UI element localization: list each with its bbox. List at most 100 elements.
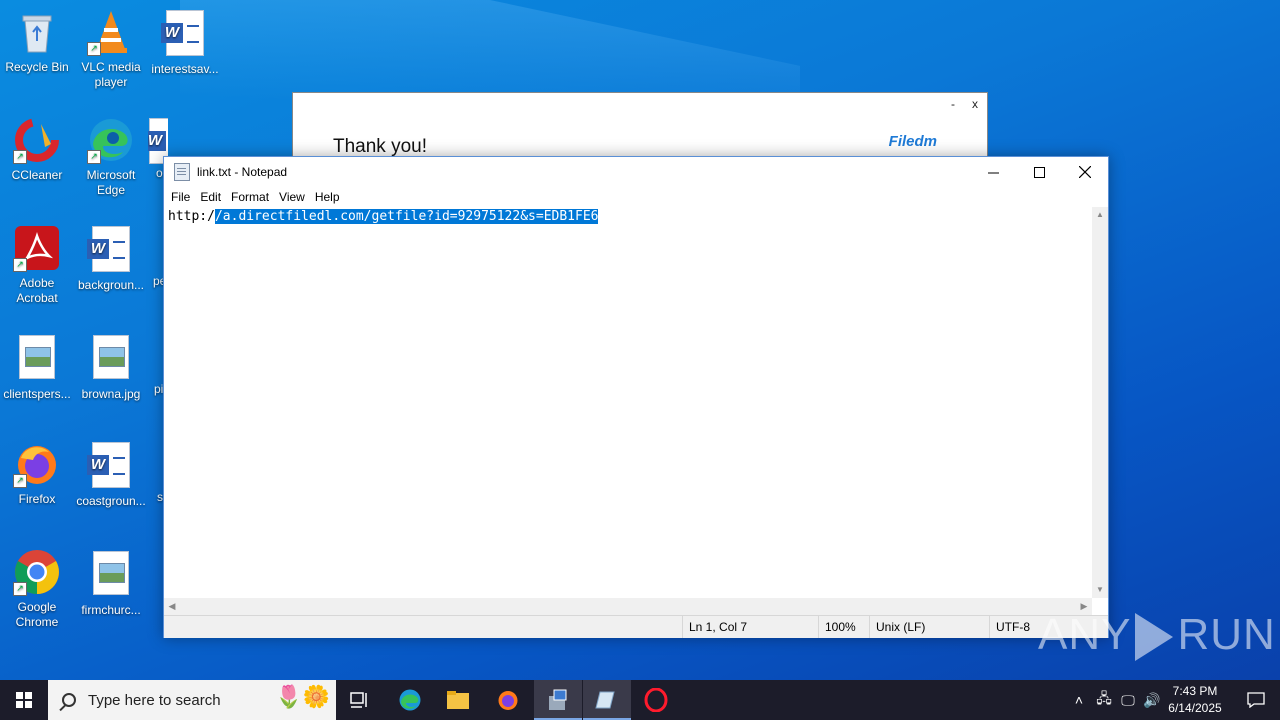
- play-logo-icon: [1135, 613, 1174, 662]
- minimize-icon: [987, 172, 999, 173]
- recycle-bin-icon: [13, 8, 61, 56]
- display-icon[interactable]: 🖵: [1116, 692, 1140, 709]
- desktop-icon-clientspers[interactable]: clientspers...: [0, 332, 74, 402]
- ccleaner-icon: ↗: [13, 116, 61, 164]
- close-button[interactable]: [1062, 157, 1108, 187]
- edge-icon: [399, 689, 421, 711]
- desktop-icon-label: Google Chrome: [15, 600, 59, 629]
- notification-center-icon: [1247, 692, 1265, 708]
- anyrun-watermark: ANY RUN: [1038, 610, 1276, 662]
- adobe-acrobat-icon: ↗: [13, 224, 61, 272]
- taskbar-search-box[interactable]: Type here to search 🌷🌼: [48, 680, 336, 720]
- taskbar-firefox[interactable]: [484, 680, 532, 720]
- desktop-icon-label: Recycle Bin: [5, 60, 69, 74]
- word-document-icon: W: [87, 226, 135, 274]
- status-position: Ln 1, Col 7: [682, 616, 817, 638]
- image-file-icon: [87, 551, 135, 599]
- task-view-icon: [350, 692, 367, 708]
- edge-icon: ↗: [87, 116, 135, 164]
- task-view-button[interactable]: [336, 680, 384, 720]
- vertical-scrollbar[interactable]: ▲ ▼: [1092, 207, 1108, 598]
- notepad-window: link.txt - Notepad File Edit Format View…: [163, 156, 1109, 638]
- filedm-logo: Filedm: [888, 133, 937, 150]
- taskbar-clock[interactable]: 7:43 PM 6/14/2025: [1160, 683, 1230, 717]
- shortcut-arrow-icon: ↗: [13, 150, 27, 164]
- menu-view[interactable]: View: [274, 190, 310, 204]
- dialog-minimize-button[interactable]: -: [951, 97, 955, 111]
- taskbar-file-explorer[interactable]: [434, 680, 482, 720]
- notepad-icon: [174, 163, 190, 181]
- dialog-title: Thank you!: [333, 136, 427, 157]
- menu-format[interactable]: Format: [226, 190, 274, 204]
- desktop-icon-label: VLC media player: [81, 60, 141, 89]
- scroll-left-icon[interactable]: ◀: [164, 598, 180, 615]
- maximize-icon: [1033, 166, 1045, 178]
- shortcut-arrow-icon: ↗: [87, 150, 101, 164]
- word-document-icon: W: [87, 442, 135, 490]
- scroll-up-icon[interactable]: ▲: [1092, 207, 1108, 223]
- maximize-button[interactable]: [1016, 157, 1062, 187]
- taskbar: Type here to search 🌷🌼 ˄ 🖧 🖵 🔊 7:43 PM 6…: [0, 680, 1280, 720]
- shortcut-arrow-icon: ↗: [87, 42, 101, 56]
- desktop-icon-label: browna.jpg: [81, 387, 141, 401]
- opera-icon: [644, 688, 668, 712]
- menu-file[interactable]: File: [166, 190, 195, 204]
- image-file-icon: [87, 335, 135, 383]
- scroll-down-icon[interactable]: ▼: [1092, 582, 1108, 598]
- taskbar-opera[interactable]: [632, 680, 680, 720]
- taskbar-edge[interactable]: [386, 680, 434, 720]
- chrome-icon: ↗: [13, 548, 61, 596]
- clock-date: 6/14/2025: [1168, 701, 1222, 715]
- desktop-icon-firefox[interactable]: ↗ Firefox: [0, 440, 74, 507]
- close-icon: [1079, 166, 1091, 178]
- shortcut-arrow-icon: ↗: [13, 474, 27, 488]
- watermark-text-right: RUN: [1177, 610, 1276, 659]
- word-document-icon: W: [161, 10, 209, 58]
- desktop-icon-microsoft-edge[interactable]: ↗ Microsoft Edge: [74, 116, 148, 198]
- desktop-icon-google-chrome[interactable]: ↗ Google Chrome: [0, 548, 74, 630]
- clock-time: 7:43 PM: [1172, 684, 1218, 698]
- search-placeholder: Type here to search: [88, 691, 221, 709]
- desktop-icon-backgroun[interactable]: W backgroun...: [74, 224, 148, 293]
- desktop-icon-adobe-acrobat[interactable]: ↗ Adobe Acrobat: [0, 224, 74, 306]
- image-file-icon: [13, 335, 61, 383]
- desktop-icon-interestsav[interactable]: W interestsav...: [148, 8, 222, 77]
- taskbar-installer[interactable]: [534, 680, 582, 720]
- desktop-icon-label: firmchurc...: [81, 603, 141, 617]
- windows-logo-icon: [16, 692, 32, 708]
- text-editor[interactable]: http://a.directfiledl.com/getfile?id=929…: [164, 207, 1092, 598]
- search-highlight-flowers-icon: 🌷🌼: [275, 684, 330, 709]
- desktop-icon-label: coastgroun...: [76, 494, 146, 508]
- desktop-icon-label: CCleaner: [11, 168, 63, 182]
- installer-icon: [549, 689, 567, 710]
- horizontal-scrollbar[interactable]: ◀ ▶: [164, 598, 1092, 615]
- title-bar[interactable]: link.txt - Notepad: [164, 157, 1108, 187]
- desktop-icon-label: backgroun...: [77, 278, 145, 292]
- folder-icon: [447, 691, 469, 709]
- status-zoom: 100%: [818, 616, 871, 638]
- desktop-icon-label: interestsav...: [151, 62, 219, 76]
- menu-help[interactable]: Help: [310, 190, 345, 204]
- status-line-ending: Unix (LF): [869, 616, 988, 638]
- window-title: link.txt - Notepad: [197, 165, 288, 179]
- desktop-icon-firmchurc[interactable]: firmchurc...: [74, 548, 148, 618]
- dialog-close-button[interactable]: x: [972, 97, 978, 111]
- start-button[interactable]: [0, 680, 48, 720]
- notifications-button[interactable]: [1232, 680, 1280, 720]
- taskbar-notepad[interactable]: [583, 680, 631, 720]
- shortcut-arrow-icon: ↗: [13, 258, 27, 272]
- desktop-icon-browna[interactable]: browna.jpg: [74, 332, 148, 402]
- shortcut-arrow-icon: ↗: [13, 582, 27, 596]
- status-bar: Ln 1, Col 7 100% Unix (LF) UTF-8: [164, 615, 1108, 638]
- show-hidden-icons-chevron-icon[interactable]: ˄: [1070, 692, 1088, 708]
- network-status-icon[interactable]: 🖧: [1092, 688, 1116, 712]
- firefox-icon: [498, 691, 518, 710]
- desktop-icon-vlc[interactable]: ↗ VLC media player: [74, 8, 148, 90]
- desktop-icon-ccleaner[interactable]: ↗ CCleaner: [0, 116, 74, 183]
- vlc-icon: ↗: [87, 8, 135, 56]
- desktop-icon-recycle-bin[interactable]: Recycle Bin: [0, 8, 74, 75]
- menu-edit[interactable]: Edit: [195, 190, 226, 204]
- menu-bar: File Edit Format View Help: [164, 187, 1108, 207]
- desktop-icon-coastgroun[interactable]: W coastgroun...: [74, 440, 148, 509]
- minimize-button[interactable]: [970, 157, 1016, 187]
